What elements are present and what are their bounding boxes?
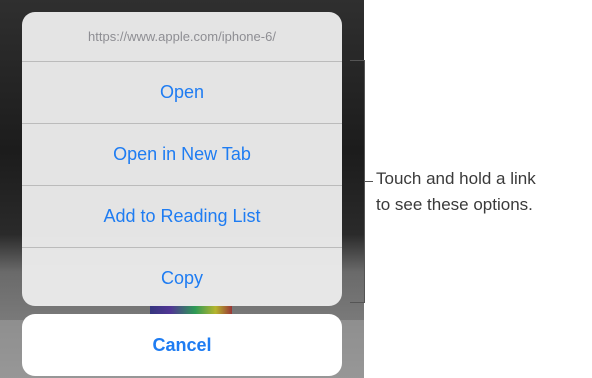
callout-bracket-tick bbox=[364, 181, 373, 182]
link-url-title: https://www.apple.com/iphone-6/ bbox=[88, 29, 276, 44]
open-in-new-tab-button[interactable]: Open in New Tab bbox=[22, 123, 342, 185]
callout-text: Touch and hold a link to see these optio… bbox=[376, 166, 590, 218]
action-sheet: https://www.apple.com/iphone-6/ Open Ope… bbox=[22, 12, 342, 306]
open-button[interactable]: Open bbox=[22, 61, 342, 123]
callout-line-2: to see these options. bbox=[376, 195, 533, 214]
copy-button[interactable]: Copy bbox=[22, 247, 342, 306]
callout-line-1: Touch and hold a link bbox=[376, 169, 536, 188]
cancel-button[interactable]: Cancel bbox=[22, 314, 342, 376]
add-to-reading-list-button[interactable]: Add to Reading List bbox=[22, 185, 342, 247]
callout-bracket bbox=[350, 60, 365, 303]
